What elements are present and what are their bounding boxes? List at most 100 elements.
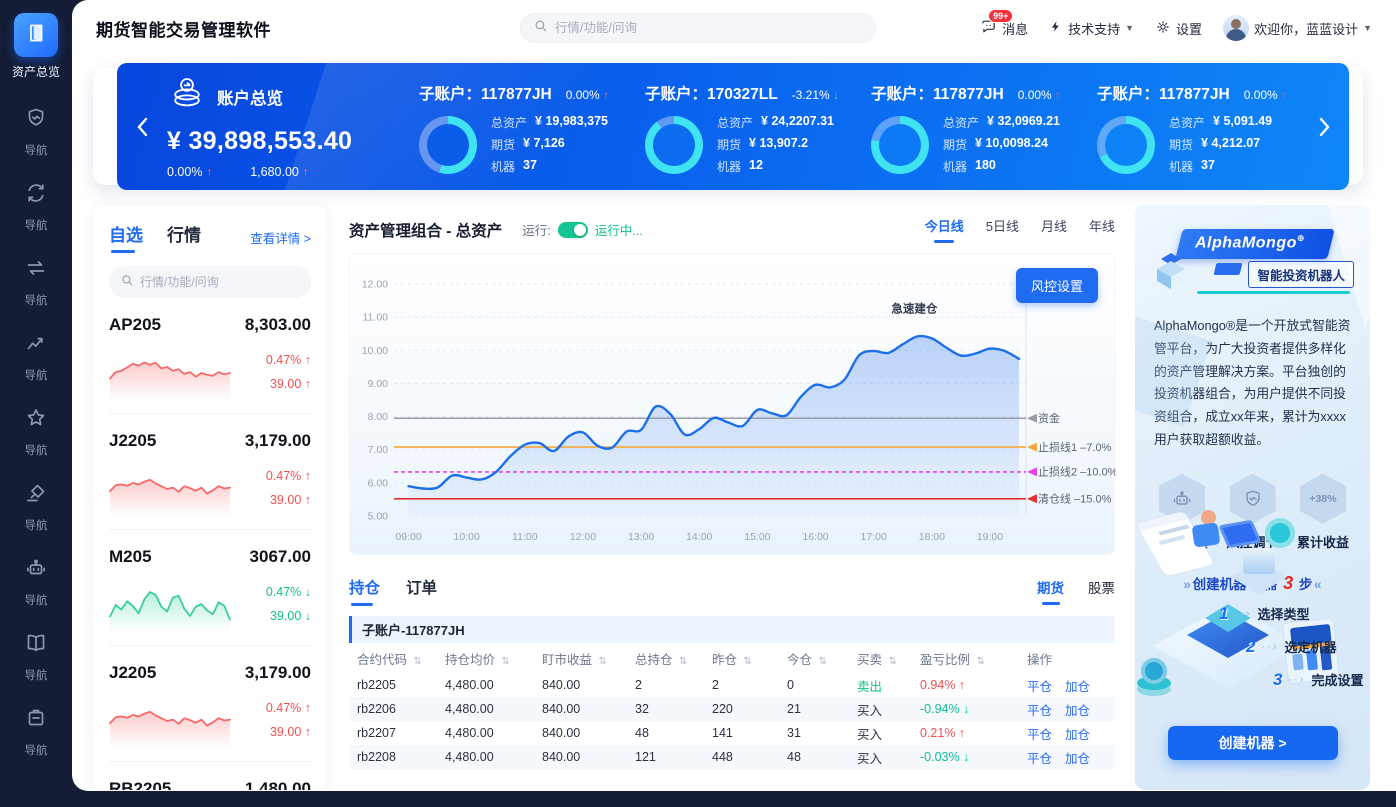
messages-button[interactable]: 99+ 消息 bbox=[980, 9, 1028, 38]
watchlist-item[interactable]: J2205 3,179.00 0.47% ↑ 39.00 ↑ bbox=[109, 414, 311, 530]
sparkline-chart bbox=[109, 478, 231, 516]
assets-overview-icon bbox=[24, 21, 48, 50]
step-label: 选定机器 bbox=[1284, 640, 1337, 656]
table-row: rb2208 4,480.00 840.00 121 448 48 买入 -0.03% ↓ 平仓… bbox=[349, 745, 1115, 769]
view-details-link[interactable]: 查看详情 > bbox=[250, 228, 311, 247]
svg-text:9.00: 9.00 bbox=[368, 378, 389, 390]
tab-timeframe-3[interactable]: 月线 bbox=[1041, 216, 1067, 243]
add-position-link[interactable]: 加仓 bbox=[1065, 680, 1090, 694]
cell-ratio: -0.03% ↓ bbox=[920, 750, 970, 764]
create-robot-button[interactable]: 创建机器 > bbox=[1167, 726, 1338, 760]
sidebar-item-nav-4[interactable]: 导航 bbox=[0, 319, 72, 394]
tab-watchlist[interactable]: 自选 bbox=[109, 221, 143, 253]
column-header-1[interactable]: 合约代码 ⇅ bbox=[357, 649, 445, 668]
watchlist-search-input[interactable] bbox=[140, 275, 300, 289]
positions-table-header: 合约代码 ⇅ 持仓均价 ⇅ 盯市收益 ⇅ 总持仓 ⇅ 昨仓 ⇅ 今仓 ⇅ 买卖 ⇅ 盈亏比例 … bbox=[349, 643, 1115, 673]
cell-profit: 840.00 bbox=[542, 678, 581, 692]
watchlist-item[interactable]: M205 3067.00 0.47% ↓ 39.00 ↓ bbox=[109, 530, 311, 646]
up-arrow-icon: ↑ bbox=[1055, 88, 1062, 102]
tab-timeframe-1[interactable]: 今日线 bbox=[925, 216, 964, 243]
tab-orders[interactable]: 订单 bbox=[406, 576, 437, 606]
sort-icon: ⇅ bbox=[598, 655, 607, 667]
subaccount-id: 子账户：117877JH bbox=[1097, 86, 1230, 103]
sparkline-chart bbox=[109, 710, 231, 748]
cell-yday: 141 bbox=[712, 726, 733, 740]
cell-side: 买入 bbox=[857, 727, 883, 742]
sidebar-item-nav-7[interactable]: 导航 bbox=[0, 544, 72, 619]
sidebar-item-nav-8[interactable]: 导航 bbox=[0, 619, 72, 694]
column-header-5[interactable]: 昨仓 ⇅ bbox=[712, 649, 787, 668]
svg-text:12.00: 12.00 bbox=[362, 279, 388, 291]
close-position-link[interactable]: 平仓 bbox=[1027, 704, 1052, 718]
stat-row: 机器 12 bbox=[717, 158, 834, 175]
account-banner: 账户总览 ¥ 39,898,553.40 0.00% ↑ 1,680.00 ↑ … bbox=[93, 63, 1363, 190]
subaccount-card[interactable]: 子账户：117877JH 0.00% ↑ 总资产 ¥ 32,0969.21 期货 ¥ 10… bbox=[857, 78, 1083, 175]
column-header-3[interactable]: 盯市收益 ⇅ bbox=[542, 649, 635, 668]
subaccount-card[interactable]: 子账户：170327LL -3.21% ↓ 总资产 ¥ 24,2207.31 期货 ¥ 1… bbox=[631, 78, 857, 175]
close-position-link[interactable]: 平仓 bbox=[1027, 680, 1052, 694]
column-header-8[interactable]: 盈亏比例 ⇅ bbox=[920, 649, 1027, 668]
banner-next-button[interactable] bbox=[1309, 117, 1339, 137]
banner-prev-button[interactable] bbox=[127, 117, 157, 137]
instrument-price: 3,179.00 bbox=[244, 431, 311, 450]
feature-label: 风控调节 bbox=[1226, 534, 1279, 550]
column-header-2[interactable]: 持仓均价 ⇅ bbox=[445, 649, 542, 668]
promo-step-3: 3 ··› 完成设置 bbox=[1273, 670, 1363, 690]
watchlist-search[interactable] bbox=[109, 266, 311, 298]
tab-timeframe-2[interactable]: 5日线 bbox=[986, 216, 1019, 243]
stat-label: 期货 bbox=[491, 138, 516, 152]
add-position-link[interactable]: 加仓 bbox=[1065, 704, 1090, 718]
sidebar-item-nav-2[interactable]: 导航 bbox=[0, 169, 72, 244]
sidebar-item-nav-9[interactable]: 导航 bbox=[0, 694, 72, 769]
watchlist-item[interactable]: J2205 3,179.00 0.47% ↑ 39.00 ↑ bbox=[109, 646, 311, 762]
svg-text:12:00: 12:00 bbox=[570, 531, 596, 543]
sidebar-item-assets-overview[interactable] bbox=[14, 13, 58, 57]
instrument-name: RB2205 bbox=[109, 779, 172, 790]
tab-futures[interactable]: 期货 bbox=[1037, 577, 1064, 605]
subaccount-list: 子账户：117877JH 0.00% ↑ 总资产 ¥ 19,983,375 期货 ¥ 7,… bbox=[405, 78, 1309, 175]
risk-settings-button[interactable]: 风控设置 bbox=[1015, 268, 1098, 303]
change-pct: 0.47% ↑ bbox=[265, 353, 311, 367]
column-header-7[interactable]: 买卖 ⇅ bbox=[857, 649, 920, 668]
sidebar-item-nav-5[interactable]: 导航 bbox=[0, 394, 72, 469]
gear-icon bbox=[1155, 19, 1171, 38]
settings-button[interactable]: 设置 bbox=[1155, 19, 1202, 38]
cell-avg: 4,480.00 bbox=[445, 678, 494, 692]
chevrons-right-icon: » bbox=[1183, 576, 1190, 592]
stat-value: ¥ 24,2207.31 bbox=[761, 114, 835, 128]
watchlist-item[interactable]: RB22051,480.000.47% ↑39.00 ↑ bbox=[109, 762, 311, 790]
watchlist-item[interactable]: AP205 8,303.00 0.47% ↑ 39.00 ↑ bbox=[109, 298, 311, 414]
dotted-arrow-icon: ··› bbox=[1288, 673, 1306, 686]
tab-stocks[interactable]: 股票 bbox=[1088, 577, 1115, 605]
run-toggle[interactable] bbox=[557, 221, 588, 238]
tab-timeframe-4[interactable]: 年线 bbox=[1089, 216, 1115, 243]
subaccount-card[interactable]: 子账户：117877JH 0.00% ↑ 总资产 ¥ 19,983,375 期货 ¥ 7,… bbox=[405, 78, 631, 175]
step-label: 完成设置 bbox=[1311, 673, 1364, 689]
sidebar-item-nav-3[interactable]: 导航 bbox=[0, 244, 72, 319]
stat-label: 总资产 bbox=[717, 116, 754, 130]
svg-text:09:00: 09:00 bbox=[395, 531, 421, 543]
column-header-6[interactable]: 今仓 ⇅ bbox=[787, 649, 857, 668]
stat-row: 期货 ¥ 10,0098.24 bbox=[943, 136, 1060, 153]
subaccount-card[interactable]: 子账户：117877JH 0.00% ↑ 总资产 ¥ 5,091.49 期货 ¥ 4,21… bbox=[1083, 78, 1309, 175]
stat-row: 总资产 ¥ 24,2207.31 bbox=[717, 114, 834, 131]
instrument-price: 8,303.00 bbox=[244, 315, 311, 334]
column-header-4[interactable]: 总持仓 ⇅ bbox=[635, 649, 712, 668]
tab-market[interactable]: 行情 bbox=[167, 221, 201, 253]
add-position-link[interactable]: 加仓 bbox=[1065, 728, 1090, 742]
tech-support-menu[interactable]: 技术支持 ▼ bbox=[1049, 19, 1134, 38]
tab-positions[interactable]: 持仓 bbox=[349, 576, 380, 606]
stat-value: ¥ 7,126 bbox=[523, 136, 565, 150]
user-menu[interactable]: 欢迎你，蓝蓝设计 ▼ bbox=[1223, 15, 1372, 41]
stat-label: 期货 bbox=[717, 138, 742, 152]
donut-chart bbox=[645, 115, 703, 174]
close-position-link[interactable]: 平仓 bbox=[1027, 728, 1052, 742]
global-search[interactable] bbox=[520, 13, 876, 43]
close-position-link[interactable]: 平仓 bbox=[1027, 752, 1052, 766]
search-input[interactable] bbox=[555, 21, 863, 35]
stat-label: 总资产 bbox=[943, 116, 980, 130]
sidebar-item-nav-1[interactable]: 导航 bbox=[0, 94, 72, 169]
support-label: 技术支持 bbox=[1068, 21, 1121, 37]
add-position-link[interactable]: 加仓 bbox=[1065, 752, 1090, 766]
sidebar-item-nav-6[interactable]: 导航 bbox=[0, 469, 72, 544]
